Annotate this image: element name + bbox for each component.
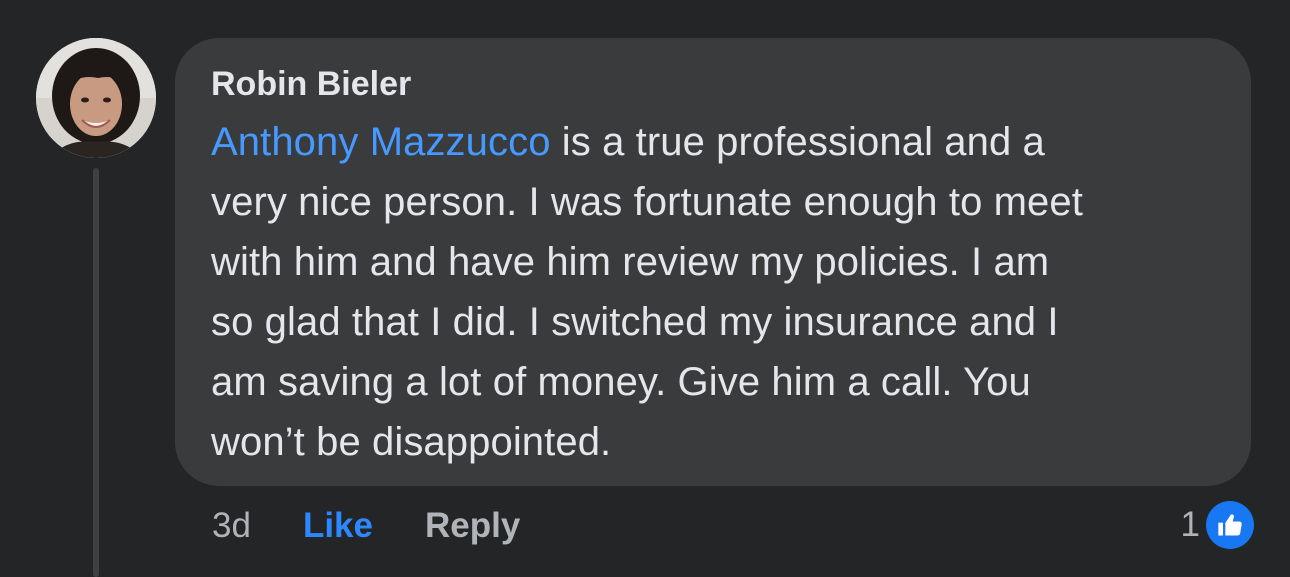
comment-line-4: so glad that I did. I switched my insura…: [211, 300, 1059, 344]
comment-actions: 3d Like Reply: [212, 503, 520, 549]
comment-thread: Robin Bieler Anthony Mazzucco is a true …: [0, 0, 1290, 577]
comment-line-2: very nice person. I was fortunate enough…: [211, 180, 1083, 224]
comment-author-name[interactable]: Robin Bieler: [211, 64, 411, 104]
thread-connector-line: [93, 168, 99, 577]
mention-link[interactable]: Anthony Mazzucco: [211, 120, 551, 164]
like-button[interactable]: Like: [303, 506, 373, 546]
comment-line-6: won’t be disappointed.: [211, 420, 612, 464]
reply-button[interactable]: Reply: [425, 506, 520, 546]
reaction-summary[interactable]: 1: [1181, 500, 1254, 550]
avatar-photo: [36, 38, 156, 158]
comment-line-5: am saving a lot of money. Give him a cal…: [211, 360, 1031, 404]
comment-bubble: Robin Bieler Anthony Mazzucco is a true …: [175, 38, 1251, 486]
comment-line-1: is a true professional and a: [550, 120, 1045, 164]
comment-line-3: with him and have him review my policies…: [211, 240, 1050, 284]
avatar[interactable]: [36, 38, 156, 158]
comment-timestamp[interactable]: 3d: [212, 506, 251, 546]
reaction-count: 1: [1180, 505, 1200, 544]
comment-text: Anthony Mazzucco is a true professional …: [211, 112, 1231, 472]
thumbs-up-icon: [1206, 501, 1254, 549]
